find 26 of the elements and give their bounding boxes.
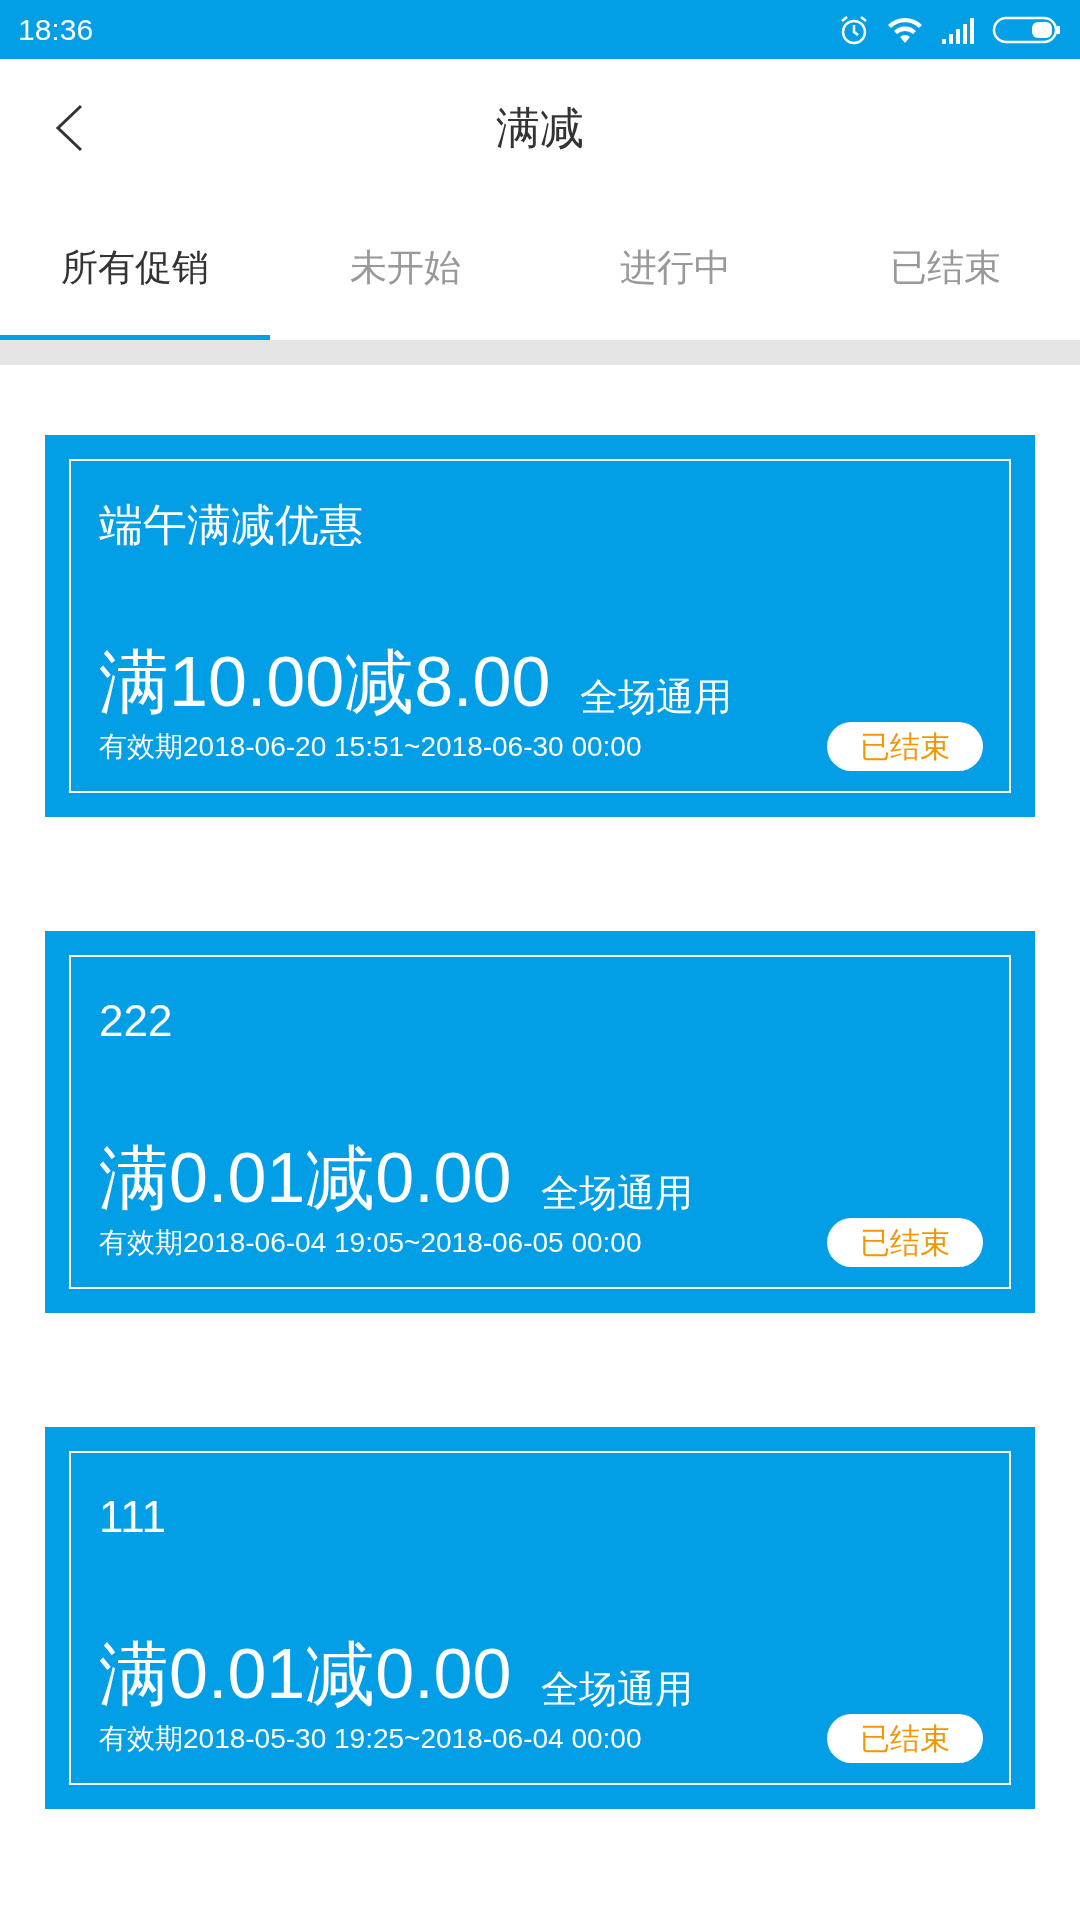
discount-rule: 满0.01减0.00 [99,1138,512,1218]
signal-icon [940,15,976,44]
status-badge: 已结束 [827,1218,983,1267]
tab[interactable]: 已结束 [810,196,1080,340]
scope-label: 全场通用 [580,674,733,721]
scope-label: 全场通用 [541,1666,694,1713]
status-badge: 已结束 [827,1714,983,1763]
promotion-card[interactable]: 端午满减优惠 满10.00减8.00 全场通用 有效期2018-06-20 15:51~2018-06-30 00:00 已结束 [45,435,1035,817]
promotion-name: 端午满减优惠 [99,499,363,551]
validity-period: 有效期2018-05-30 19:25~2018-06-04 00:00 [99,1721,642,1756]
status-time: 18:36 [18,12,94,48]
promotion-name: 222 [99,995,173,1047]
battery-icon [992,14,1062,45]
discount-rule: 满10.00减8.00 [99,642,551,722]
status-badge: 已结束 [827,722,983,771]
validity-period: 有效期2018-06-20 15:51~2018-06-30 00:00 [99,729,642,764]
tab[interactable]: 未开始 [270,196,540,340]
promotion-name: 111 [99,1491,166,1543]
promotion-card[interactable]: 222 满0.01减0.00 全场通用 有效期2018-06-04 19:05~2018-06-05 00:00 已结束 [45,931,1035,1313]
discount-rule: 满0.01减0.00 [99,1634,512,1714]
back-icon [54,103,84,153]
tab[interactable]: 进行中 [540,196,810,340]
validity-period: 有效期2018-06-04 19:05~2018-06-05 00:00 [99,1225,642,1260]
page-title: 满减 [496,100,584,155]
promotion-card[interactable]: 111 满0.01减0.00 全场通用 有效期2018-05-30 19:25~2018-06-04 00:00 已结束 [45,1427,1035,1809]
scope-label: 全场通用 [541,1170,694,1217]
